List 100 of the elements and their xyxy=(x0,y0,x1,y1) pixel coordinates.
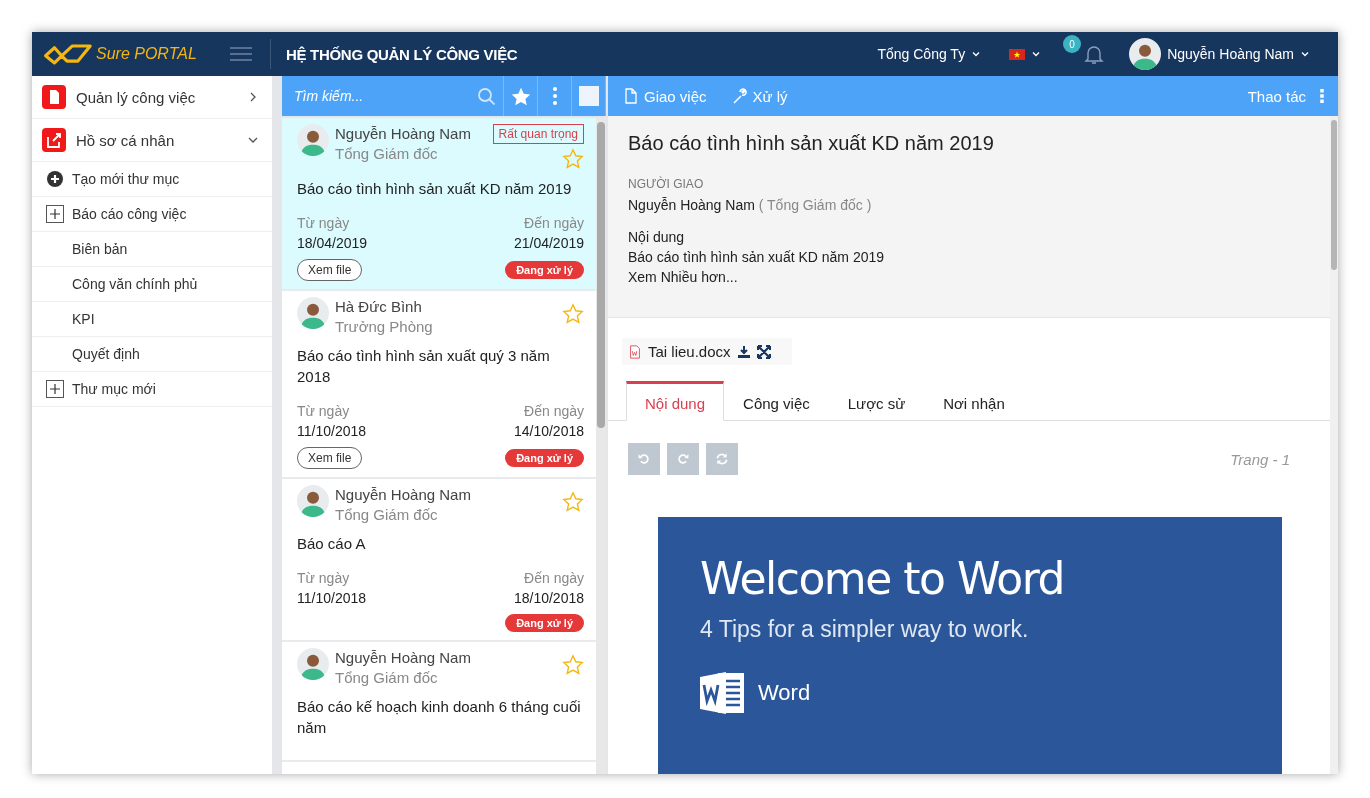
folder-item[interactable]: Biên bản xyxy=(32,232,272,267)
field-label: NGƯỜI GIAO xyxy=(628,177,705,191)
task-card[interactable]: Nguyễn Hoàng Nam Tổng Giám đốc Rất quan trọng Báo cáo tình hình sản xuất KD năm 2019 Từ ngày 18/04/2019 Đến ngày 21/04/2019 Xem file Đang xử lý xyxy=(282,118,596,291)
tab[interactable]: Lược sử xyxy=(828,381,925,421)
assigner-name: Nguyễn Hoàng Nam xyxy=(335,485,472,505)
scrollbar[interactable] xyxy=(1330,116,1338,774)
flag-icon xyxy=(1009,48,1026,60)
date-label: Từ ngày xyxy=(297,569,351,588)
star-icon xyxy=(509,86,532,108)
assigner-name: Hà Đức Bình xyxy=(335,297,423,317)
star-icon[interactable] xyxy=(562,654,584,676)
chevron-down-icon xyxy=(1300,49,1310,59)
notification-badge: 0 xyxy=(1063,35,1082,53)
end-date: 18/10/2018 xyxy=(513,589,584,608)
page-indicator: Trang - 1 xyxy=(1230,450,1290,468)
task-title: Báo cáo tình hình sản xuất KD năm 2019 xyxy=(297,179,573,199)
menu-icon[interactable] xyxy=(230,46,252,62)
logo-icon xyxy=(42,42,92,66)
expand-icon[interactable] xyxy=(756,344,771,359)
chevron-down-icon xyxy=(248,135,258,145)
language-dropdown[interactable] xyxy=(1009,48,1042,60)
sidebar-module[interactable]: Quản lý công việc xyxy=(32,76,272,119)
company-dropdown[interactable]: Tổng Công Ty xyxy=(877,46,982,62)
start-date: 11/10/2018 xyxy=(297,589,367,608)
rotate-right-button[interactable] xyxy=(667,443,699,475)
more-vertical-icon xyxy=(1320,89,1324,103)
start-date: 18/04/2019 xyxy=(297,234,368,253)
chevron-down-icon xyxy=(1031,49,1042,59)
document-icon xyxy=(42,85,66,109)
assigner-role: Tổng Giám đốc xyxy=(335,144,439,164)
task-title: Báo cáo kế hoạch kinh doanh 6 tháng cuối năm xyxy=(297,697,582,738)
date-label: Từ ngày xyxy=(297,402,351,421)
document-heading: Welcome to Word xyxy=(700,553,1065,604)
tab[interactable]: Nơi nhận xyxy=(924,381,1024,421)
start-date: 11/10/2018 xyxy=(297,422,367,441)
star-icon[interactable] xyxy=(562,491,584,513)
document-app-name: Word xyxy=(758,680,811,706)
rotate-left-icon xyxy=(637,452,651,466)
create-folder-button[interactable]: Tạo mới thư mục xyxy=(32,162,272,197)
task-title: Báo cáo tình hình sản xuất quý 3 năm 2018 xyxy=(297,346,551,387)
scrollbar[interactable] xyxy=(596,118,606,774)
view-file-button[interactable]: Xem file xyxy=(297,259,363,281)
user-menu[interactable]: Nguyễn Hoàng Nam xyxy=(1129,38,1310,70)
word-file-icon xyxy=(628,344,642,359)
folder-item[interactable]: Công văn chính phủ xyxy=(32,267,272,302)
assigner-name: Nguyễn Hoàng Nam xyxy=(335,648,472,668)
content-text: Báo cáo tình hình sản xuất KD năm 2019 xyxy=(628,248,886,267)
search-icon[interactable] xyxy=(477,87,495,105)
star-icon[interactable] xyxy=(562,148,584,170)
download-icon[interactable] xyxy=(736,344,751,359)
refresh-button[interactable] xyxy=(706,443,738,475)
folder-item[interactable]: Quyết định xyxy=(32,337,272,372)
expand-icon xyxy=(46,380,64,398)
rotate-left-button[interactable] xyxy=(628,443,660,475)
assigner-role: ( Tổng Giám đốc ) xyxy=(758,197,872,213)
folder-item[interactable]: KPI xyxy=(32,302,272,337)
status-badge: Đang xử lý xyxy=(505,449,584,467)
chevron-down-icon xyxy=(971,49,982,59)
task-heading: Báo cáo tình hình sản xuất KD năm 2019 xyxy=(628,132,995,155)
add-circle-icon xyxy=(46,170,64,188)
view-file-button[interactable]: Xem file xyxy=(297,447,363,469)
favorites-button[interactable] xyxy=(504,76,538,116)
task-title: Báo cáo A xyxy=(297,534,367,554)
sidebar-module[interactable]: Hồ sơ cá nhân xyxy=(32,119,272,162)
star-icon[interactable] xyxy=(562,303,584,325)
date-label: Đến ngày xyxy=(523,569,584,588)
document-subtitle: 4 Tips for a simpler way to work. xyxy=(700,616,1030,643)
refresh-icon xyxy=(715,452,729,466)
more-vertical-icon xyxy=(551,86,558,106)
rotate-right-icon xyxy=(676,452,690,466)
assigner-role: Trưởng Phòng xyxy=(335,317,434,337)
folder-item[interactable]: Thư mục mới xyxy=(32,372,272,407)
share-icon xyxy=(42,128,66,152)
status-badge: Đang xử lý xyxy=(505,261,584,279)
field-label: Nội dung xyxy=(628,228,686,247)
end-date: 21/04/2019 xyxy=(513,234,584,253)
avatar-icon xyxy=(297,124,329,156)
app-title: HỆ THỐNG QUẢN LÝ CÔNG VIỆC xyxy=(286,45,519,63)
document-icon xyxy=(622,88,638,104)
chevron-right-icon xyxy=(248,92,258,102)
date-label: Từ ngày xyxy=(297,214,351,233)
status-badge: Đang xử lý xyxy=(505,614,584,632)
avatar-icon xyxy=(297,485,329,517)
avatar-icon xyxy=(1129,38,1162,70)
avatar-icon xyxy=(297,297,329,329)
brand-name: Sure PORTAL xyxy=(96,45,197,63)
show-more-link[interactable]: Xem Nhiều hơn... xyxy=(628,267,1310,287)
assigner-name: Nguyễn Hoàng Nam xyxy=(335,124,472,144)
folder-item[interactable]: Báo cáo công việc xyxy=(32,197,272,232)
attachment[interactable]: Tai lieu.docx xyxy=(622,338,792,365)
assigner-name: Nguyễn Hoàng Nam xyxy=(628,197,755,213)
tab[interactable]: Nội dung xyxy=(626,381,725,421)
end-date: 14/10/2018 xyxy=(513,422,584,441)
avatar-icon xyxy=(297,648,329,680)
priority-tag: Rất quan trọng xyxy=(492,124,584,144)
date-label: Đến ngày xyxy=(523,214,584,233)
select-all-checkbox[interactable] xyxy=(578,86,599,106)
more-button[interactable] xyxy=(538,76,572,116)
assigner-role: Tổng Giám đốc xyxy=(335,505,439,525)
tab[interactable]: Công việc xyxy=(724,381,829,421)
